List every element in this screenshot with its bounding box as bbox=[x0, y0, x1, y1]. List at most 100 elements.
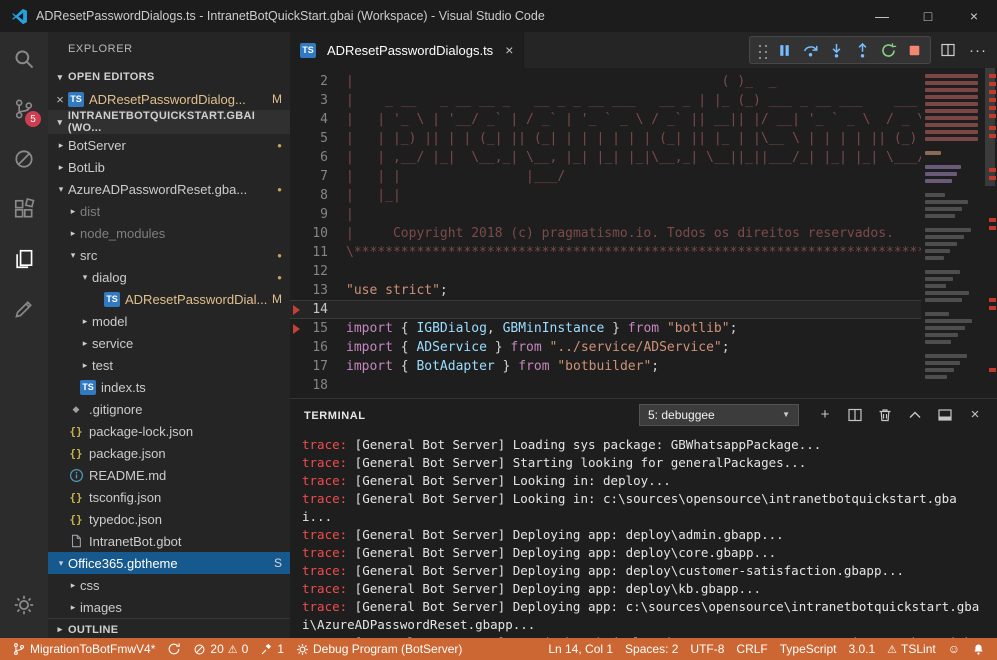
tree-item-readme-md[interactable]: README.md bbox=[48, 464, 290, 486]
new-terminal-button[interactable]: + bbox=[813, 403, 837, 427]
tree-item-test[interactable]: ▸test bbox=[48, 354, 290, 376]
line-number[interactable]: 12 bbox=[290, 262, 328, 281]
code-line[interactable]: | |_| | bbox=[346, 186, 921, 205]
code-line[interactable]: "use strict"; bbox=[346, 281, 921, 300]
more-actions-button[interactable]: ··· bbox=[965, 42, 991, 59]
line-number[interactable]: 11 bbox=[290, 243, 328, 262]
code-line[interactable]: import { IGBDialog, GBMinInstance } from… bbox=[346, 319, 921, 338]
minimize-button[interactable]: — bbox=[859, 0, 905, 32]
line-number[interactable]: 10 bbox=[290, 224, 328, 243]
terminal-tab[interactable]: TERMINAL bbox=[304, 404, 366, 426]
code-line[interactable]: | | bbox=[346, 205, 921, 224]
git-branch-status[interactable]: MigrationToBotFmwV4* bbox=[6, 638, 161, 660]
tree-item-package-json[interactable]: {}package.json bbox=[48, 442, 290, 464]
code-line[interactable]: | | | |___/ | bbox=[346, 167, 921, 186]
tree-item-office365-gbtheme[interactable]: ▾Office365.gbthemeS bbox=[48, 552, 290, 574]
terminal-selector[interactable]: 5: debuggee ▼ bbox=[639, 404, 799, 426]
settings-gear-icon[interactable] bbox=[0, 580, 48, 630]
terminal-output[interactable]: trace: [General Bot Server] Loading sys … bbox=[290, 430, 997, 638]
line-number[interactable]: 17 bbox=[290, 357, 328, 376]
line-number[interactable]: 5 bbox=[290, 129, 328, 148]
activity-search[interactable] bbox=[0, 34, 48, 84]
maximize-panel-button[interactable] bbox=[903, 403, 927, 427]
tree-item-azureadpasswordreset-gba-[interactable]: ▾AzureADPasswordReset.gba...● bbox=[48, 178, 290, 200]
step-out-button[interactable] bbox=[849, 37, 875, 63]
code-line[interactable]: | | ,__/ |_| \__,_| \__, |_| |_| |_|\__,… bbox=[346, 148, 921, 167]
line-number[interactable]: 8 bbox=[290, 186, 328, 205]
cursor-position[interactable]: Ln 14, Col 1 bbox=[542, 638, 619, 660]
stop-button[interactable] bbox=[901, 37, 927, 63]
tree-item-model[interactable]: ▸model bbox=[48, 310, 290, 332]
tree-item-botlib[interactable]: ▸BotLib bbox=[48, 156, 290, 178]
tab-close-icon[interactable]: × bbox=[505, 42, 513, 58]
feedback-smiley[interactable]: ☺ bbox=[942, 638, 966, 660]
tree-item-index-ts[interactable]: TSindex.ts bbox=[48, 376, 290, 398]
code-line[interactable]: | | '_ \ | '__/ _` | / _` | '_ ` _ \ / _… bbox=[346, 110, 921, 129]
tree-item-images[interactable]: ▸images bbox=[48, 596, 290, 618]
tree-item-tsconfig-json[interactable]: {}tsconfig.json bbox=[48, 486, 290, 508]
debug-status[interactable]: Debug Program (BotServer) bbox=[290, 638, 468, 660]
open-editor-item[interactable]: ×TSADResetPasswordDialog...M bbox=[48, 88, 290, 110]
tree-item-adresetpassworddial-[interactable]: TSADResetPasswordDial...M bbox=[48, 288, 290, 310]
encoding[interactable]: UTF-8 bbox=[684, 638, 730, 660]
line-number[interactable]: 4 bbox=[290, 110, 328, 129]
activity-edit[interactable] bbox=[0, 284, 48, 334]
code-line[interactable]: | | |_) || | | (_| || (_| | | | | | | (_… bbox=[346, 129, 921, 148]
line-number[interactable]: 13 bbox=[290, 281, 328, 300]
tree-item-src[interactable]: ▾src● bbox=[48, 244, 290, 266]
tree-item-intranetbot-gbot[interactable]: IntranetBot.gbot bbox=[48, 530, 290, 552]
editor-tab[interactable]: TS ADResetPasswordDialogs.ts × bbox=[290, 32, 524, 68]
notifications-bell[interactable] bbox=[966, 638, 991, 660]
problems-status[interactable]: 20 ⚠ 0 bbox=[187, 638, 254, 660]
maximize-button[interactable]: □ bbox=[905, 0, 951, 32]
typescript-version[interactable]: 3.0.1 bbox=[842, 638, 881, 660]
tree-item-dist[interactable]: ▸dist bbox=[48, 200, 290, 222]
code-area[interactable]: | ( )_ _ || _ __ _ __ __ _ __ _ _ __ ___… bbox=[346, 68, 921, 398]
code-line[interactable] bbox=[346, 376, 921, 395]
line-number[interactable]: 2 bbox=[290, 72, 328, 91]
code-line[interactable] bbox=[346, 262, 921, 281]
outline-header[interactable]: ▸ OUTLINE bbox=[48, 618, 290, 638]
code-line[interactable]: | ( )_ _ | bbox=[346, 72, 921, 91]
tree-item-css[interactable]: ▸css bbox=[48, 574, 290, 596]
restart-button[interactable] bbox=[875, 37, 901, 63]
kill-terminal-button[interactable] bbox=[873, 403, 897, 427]
open-editors-header[interactable]: ▾ OPEN EDITORS bbox=[48, 66, 290, 88]
minimap[interactable] bbox=[921, 68, 983, 398]
line-number[interactable]: 9 bbox=[290, 205, 328, 224]
drag-handle-icon[interactable] bbox=[756, 41, 768, 59]
line-number[interactable]: 18 bbox=[290, 376, 328, 395]
pause-button[interactable] bbox=[771, 37, 797, 63]
tslint-status[interactable]: ⚠ TSLint bbox=[881, 638, 942, 660]
code-line[interactable]: | Copyright 2018 (c) pragmatismo.io. Tod… bbox=[346, 224, 921, 243]
code-line[interactable]: import { BotAdapter } from "botbuilder"; bbox=[346, 357, 921, 376]
close-editor-icon[interactable]: × bbox=[52, 92, 68, 107]
sync-status[interactable] bbox=[161, 638, 187, 660]
activity-explorer[interactable] bbox=[0, 234, 48, 284]
line-number[interactable]: 16 bbox=[290, 338, 328, 357]
tree-item-service[interactable]: ▸service bbox=[48, 332, 290, 354]
workspace-header[interactable]: ▾ INTRANETBOTQUICKSTART.GBAI (WO... bbox=[48, 110, 290, 134]
activity-source-control[interactable]: 5 bbox=[0, 84, 48, 134]
line-number[interactable]: 7 bbox=[290, 167, 328, 186]
code-line[interactable]: import { ADService } from "../service/AD… bbox=[346, 338, 921, 357]
tree-item-botserver[interactable]: ▸BotServer● bbox=[48, 134, 290, 156]
tree-item-node-modules[interactable]: ▸node_modules bbox=[48, 222, 290, 244]
code-line[interactable]: | _ __ _ __ __ _ __ _ _ __ ___ __ _ | |_… bbox=[346, 91, 921, 110]
close-button[interactable]: × bbox=[951, 0, 997, 32]
tree-item--gitignore[interactable]: ◆.gitignore bbox=[48, 398, 290, 420]
tree-item-typedoc-json[interactable]: {}typedoc.json bbox=[48, 508, 290, 530]
toggle-panel-button[interactable] bbox=[933, 403, 957, 427]
code-line[interactable] bbox=[346, 300, 921, 319]
eol[interactable]: CRLF bbox=[730, 638, 773, 660]
step-over-button[interactable] bbox=[797, 37, 823, 63]
tree-item-package-lock-json[interactable]: {}package-lock.json bbox=[48, 420, 290, 442]
activity-extensions[interactable] bbox=[0, 184, 48, 234]
tree-item-dialog[interactable]: ▾dialog● bbox=[48, 266, 290, 288]
close-panel-button[interactable]: × bbox=[963, 403, 987, 427]
code-line[interactable]: \***************************************… bbox=[346, 243, 921, 262]
step-into-button[interactable] bbox=[823, 37, 849, 63]
activity-debug[interactable] bbox=[0, 134, 48, 184]
tasks-status[interactable]: 1 bbox=[254, 638, 290, 660]
split-editor-button[interactable] bbox=[935, 37, 961, 63]
